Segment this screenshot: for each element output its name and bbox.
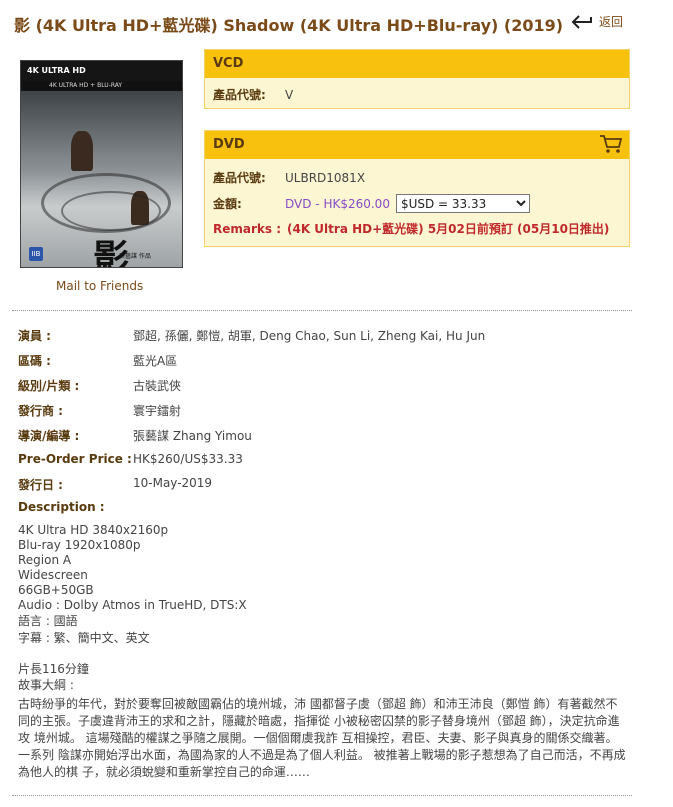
product-code-label: 產品代號: [213, 171, 266, 185]
remarks-text: (4K Ultra HD+藍光碟) 5月02日前預訂 (05月10日推出) [287, 222, 610, 236]
dvd-panel-header: DVD [205, 131, 629, 159]
dvd-amount-row: 金額: DVD - HK$260.00 $USD = 33.33 [213, 194, 530, 213]
product-code-label: 產品代號: [213, 88, 266, 102]
cover-figure [71, 131, 93, 171]
info-value: 張藝謀 Zhang Yimou [133, 429, 252, 443]
rating-badge: IIB [29, 247, 43, 261]
info-row-cast: 演員 : 鄧超, 孫儷, 鄭愷, 胡軍, Deng Chao, Sun Li, … [18, 327, 485, 344]
story-text: 古時紛爭的年代，對於要奪回被敵國霸佔的境州城，沛 國都督子虞（鄧超 飾）和沛王沛… [18, 697, 626, 779]
dvd-code-row: 產品代號: ULBRD1081X [213, 169, 365, 186]
info-value: 寰宇鐳射 [133, 404, 182, 418]
divider [12, 795, 632, 796]
info-key: 導演/編導 : [18, 429, 80, 443]
description-title: Description : [18, 500, 105, 514]
info-key: 級別/片類 : [18, 379, 80, 393]
runtime-line: 片長116分鐘 [18, 662, 89, 676]
back-label: 返回 [599, 15, 624, 29]
info-value: 古裝武俠 [133, 379, 182, 393]
dvd-panel: DVD 產品代號: ULBRD1081X 金額: DVD - HK$260.00… [204, 130, 630, 247]
vcd-panel: VCD 產品代號: V [204, 49, 630, 109]
spec-line: 字幕 : 繁、簡中文、英文 [18, 631, 150, 645]
remarks-row: Remarks : (4K Ultra HD+藍光碟) 5月02日前預訂 (05… [213, 220, 609, 237]
info-key: 發行商 : [18, 404, 63, 418]
shopping-cart-icon[interactable] [599, 134, 623, 165]
info-key: 區碼 : [18, 354, 51, 368]
info-value: HK$260/US$33.33 [133, 452, 243, 466]
info-value: 藍光A區 [133, 354, 178, 368]
spec-line: Audio : Dolby Atmos in TrueHD, DTS:X [18, 598, 247, 612]
spec-line: 語言 : 國語 [18, 614, 78, 628]
info-row-genre: 級別/片類 : 古裝武俠 [18, 377, 181, 394]
back-button[interactable]: 返回 [571, 13, 623, 30]
spec-line: Region A [18, 553, 72, 567]
info-row-release-date: 發行日 : 10-May-2019 [18, 476, 212, 493]
cover-subtitle: 張藝謀 作品 [119, 253, 151, 260]
currency-select[interactable]: $USD = 33.33 [395, 194, 530, 213]
amount-label: 金額: [213, 197, 242, 211]
info-key: Pre-Order Price : [18, 452, 132, 466]
price-value: DVD - HK$260.00 [285, 196, 390, 211]
vcd-panel-header: VCD [205, 50, 629, 78]
info-row-distributor: 發行商 : 寰宇鐳射 [18, 402, 181, 419]
back-arrow-icon [571, 14, 592, 29]
info-key: 演員 : [18, 329, 51, 343]
mail-to-friends-link[interactable]: Mail to Friends [56, 279, 143, 293]
divider [12, 310, 632, 311]
remarks-label: Remarks : [213, 221, 281, 236]
spec-line: Widescreen [18, 568, 88, 582]
dvd-panel-title: DVD [213, 137, 245, 152]
info-row-preorder-price: Pre-Order Price : HK$260/US$33.33 [18, 452, 243, 466]
spec-line: 66GB+50GB [18, 583, 94, 597]
product-code-value: ULBRD1081X [285, 170, 366, 185]
vcd-code-row: 產品代號: V [213, 86, 293, 103]
cover-band: 4K ULTRA HD [21, 61, 182, 81]
spec-line: Blu-ray 1920x1080p [18, 538, 141, 552]
story-label: 故事大綱 : [18, 678, 74, 692]
info-value: 鄧超, 孫儷, 鄭愷, 胡軍, Deng Chao, Sun Li, Zheng… [133, 329, 486, 343]
product-code-value: V [285, 87, 294, 102]
cover-title-glyph: 影 [93, 237, 130, 268]
info-key: 發行日 : [18, 478, 63, 492]
cover-band-sub: 4K ULTRA HD + BLU-RAY [21, 81, 182, 91]
info-value: 10-May-2019 [133, 476, 213, 490]
product-cover-image[interactable]: 4K ULTRA HD 4K ULTRA HD + BLU-RAY 影 張藝謀 … [20, 60, 183, 268]
cover-swirl [61, 191, 161, 231]
info-row-region: 區碼 : 藍光A區 [18, 352, 177, 369]
spec-line: 4K Ultra HD 3840x2160p [18, 523, 169, 537]
page-title: 影 (4K Ultra HD+藍光碟) Shadow (4K Ultra HD+… [14, 16, 564, 35]
info-row-director: 導演/編導 : 張藝謀 Zhang Yimou [18, 427, 252, 444]
